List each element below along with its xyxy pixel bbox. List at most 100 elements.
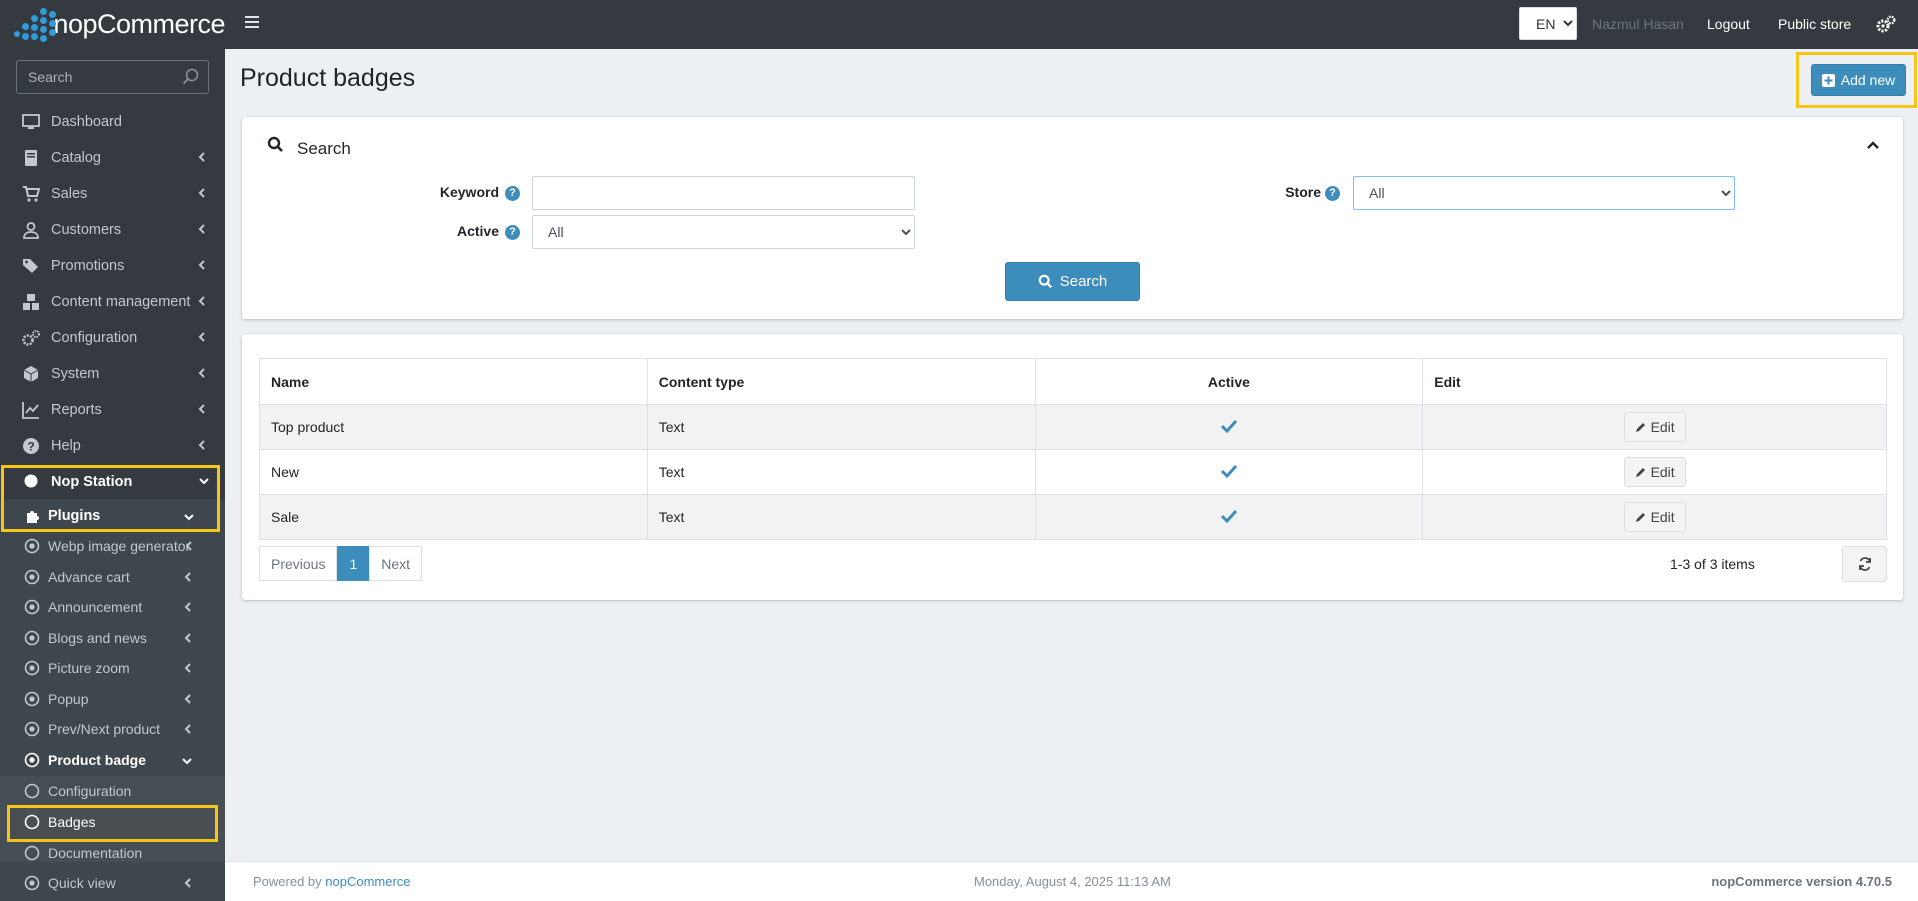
column-header-active[interactable]: Active: [1034, 358, 1424, 405]
pager-next-button[interactable]: Next: [369, 546, 423, 581]
chevron-left-icon: [198, 260, 205, 270]
search-icon: [267, 136, 283, 152]
badges-table: Name Content type Active Edit Top produc…: [259, 358, 1887, 540]
plugin-item-product-badge[interactable]: Product badge: [0, 745, 225, 775]
dot-circle-icon: [24, 721, 40, 737]
sidebar-item-sales[interactable]: Sales: [0, 176, 225, 212]
cell-content-type: Text: [646, 404, 1036, 450]
chevron-left-icon: [184, 663, 191, 673]
pager-previous-button[interactable]: Previous: [259, 546, 338, 581]
page-title: Product badges: [240, 64, 416, 92]
plugin-item-blogs-and-news[interactable]: Blogs and news: [0, 623, 225, 653]
help-icon[interactable]: ?: [505, 186, 520, 201]
logout-link[interactable]: Logout: [1707, 16, 1750, 32]
sidebar-item-catalog[interactable]: Catalog: [0, 140, 225, 176]
nopcommerce-logo-icon: [12, 7, 56, 42]
active-select[interactable]: All: [532, 215, 915, 249]
pager-page-button[interactable]: 1: [337, 546, 370, 581]
dot-circle-icon: [24, 569, 40, 585]
grid-summary: 1-3 of 3 items: [1670, 556, 1755, 572]
sidebar-item-help[interactable]: ? Help: [0, 428, 225, 464]
edit-button[interactable]: Edit: [1623, 412, 1686, 442]
dot-circle-icon: [24, 875, 40, 891]
sidebar-search-input[interactable]: [17, 61, 177, 93]
brand[interactable]: nopCommerce: [0, 0, 225, 49]
keyword-label: Keyword: [439, 184, 499, 200]
sidebar-item-customers[interactable]: Customers: [0, 212, 225, 248]
check-icon: [1220, 419, 1238, 433]
nopcommerce-link[interactable]: nopCommerce: [325, 874, 410, 889]
cube-icon: [23, 366, 39, 382]
public-store-link[interactable]: Public store: [1778, 16, 1851, 32]
highlight-nopstation-plugins: [1, 465, 220, 532]
chevron-left-icon: [198, 188, 205, 198]
chevron-left-icon: [184, 878, 191, 888]
sidebar-item-system[interactable]: System: [0, 356, 225, 392]
help-icon[interactable]: ?: [1325, 186, 1340, 201]
cell-active: [1034, 494, 1424, 540]
column-header-content-type[interactable]: Content type: [646, 358, 1036, 405]
plugin-item-quick-view[interactable]: Quick view: [0, 868, 225, 898]
chevron-left-icon: [184, 694, 191, 704]
question-icon: ?: [23, 438, 39, 454]
plugin-item-popup[interactable]: Popup: [0, 684, 225, 714]
book-icon: [25, 150, 37, 166]
help-icon[interactable]: ?: [505, 225, 520, 240]
cell-name: Top product: [259, 404, 648, 450]
circle-outline-icon: [24, 783, 40, 799]
plugin-item-prev-next-product[interactable]: Prev/Next product: [0, 714, 225, 744]
footer-datetime: Monday, August 4, 2025 11:13 AM: [974, 874, 1171, 889]
cell-content-type: Text: [646, 449, 1036, 495]
dot-circle-icon: [24, 630, 40, 646]
plugin-item-webp-image-generator[interactable]: Webp image generator: [0, 531, 225, 561]
active-label: Active: [456, 223, 499, 239]
plugin-item-picture-zoom[interactable]: Picture zoom: [0, 653, 225, 683]
gears-icon: [22, 330, 40, 346]
cart-icon: [23, 186, 40, 202]
chevron-left-icon: [198, 368, 205, 378]
sidebar-item-promotions[interactable]: Promotions: [0, 248, 225, 284]
cell-name: Sale: [259, 494, 648, 540]
svg-text:?: ?: [27, 440, 34, 454]
search-icon[interactable]: [182, 68, 200, 86]
refresh-icon: [1858, 557, 1871, 571]
circle-outline-icon: [24, 845, 40, 861]
table-header: Name Content type Active Edit: [259, 358, 1887, 405]
column-header-edit: Edit: [1422, 358, 1887, 405]
refresh-button[interactable]: [1842, 546, 1887, 582]
powered-by: Powered by nopCommerce: [253, 874, 411, 889]
dot-circle-icon: [24, 660, 40, 676]
menu-toggle-icon[interactable]: [245, 16, 259, 30]
sidebar-item-reports[interactable]: Reports: [0, 392, 225, 428]
chevron-left-icon: [198, 440, 205, 450]
chart-icon: [22, 402, 39, 419]
highlight-add-new: [1796, 52, 1917, 108]
sidebar-item-dashboard[interactable]: Dashboard: [0, 104, 225, 140]
edit-button[interactable]: Edit: [1623, 502, 1686, 532]
edit-button[interactable]: Edit: [1623, 457, 1686, 487]
plugin-subitem-documentation[interactable]: Documentation: [0, 838, 225, 868]
search-button[interactable]: Search: [1005, 262, 1140, 301]
cell-content-type: Text: [646, 494, 1036, 540]
settings-gears-icon[interactable]: [1876, 15, 1896, 33]
chevron-left-icon: [198, 224, 205, 234]
table-row: Top product Text Edit: [259, 404, 1887, 450]
chevron-left-icon: [198, 332, 205, 342]
store-select[interactable]: All: [1353, 176, 1735, 210]
sidebar-item-content-management[interactable]: Content management: [0, 284, 225, 320]
dot-circle-icon: [24, 599, 40, 615]
keyword-input[interactable]: [532, 176, 915, 210]
language-select[interactable]: EN: [1519, 7, 1577, 40]
plugin-subitem-configuration[interactable]: Configuration: [0, 776, 225, 806]
plugin-item-announcement[interactable]: Announcement: [0, 592, 225, 622]
tags-icon: [23, 259, 38, 273]
sidebar-item-configuration[interactable]: Configuration: [0, 320, 225, 356]
chevron-up-icon[interactable]: [1867, 141, 1879, 150]
monitor-icon: [22, 114, 40, 129]
plugin-item-advance-cart[interactable]: Advance cart: [0, 562, 225, 592]
search-panel-title: Search: [297, 139, 351, 158]
column-header-name[interactable]: Name: [259, 358, 648, 405]
dot-circle-icon: [24, 538, 40, 554]
search-icon: [1038, 274, 1052, 289]
cubes-icon: [23, 294, 39, 310]
